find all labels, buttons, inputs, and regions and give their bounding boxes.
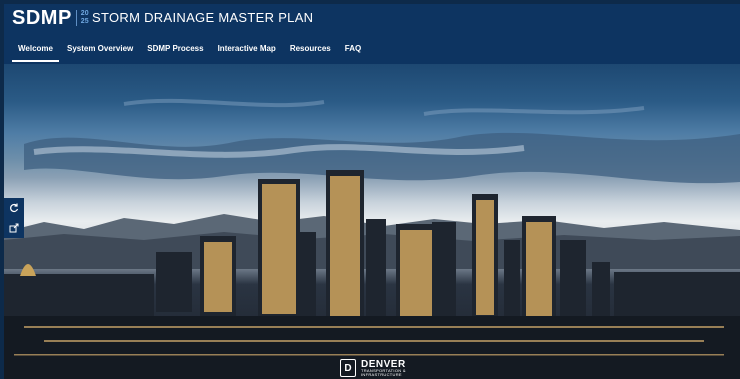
building xyxy=(504,240,520,320)
refresh-button[interactable] xyxy=(4,198,24,218)
tab-resources[interactable]: Resources xyxy=(284,38,337,64)
tab-welcome[interactable]: Welcome xyxy=(12,38,59,64)
hero-skyline-image: D DENVER TRANSPORTATION & INFRASTRUCTURE xyxy=(4,64,740,379)
refresh-icon xyxy=(10,203,19,213)
street-lights xyxy=(24,326,724,328)
share-icon xyxy=(9,223,19,233)
side-toolbar xyxy=(4,198,24,238)
window-lights xyxy=(204,242,232,312)
top-header: SDMP 20 25 STORM DRAINAGE MASTER PLAN We… xyxy=(4,4,740,64)
share-button[interactable] xyxy=(4,218,24,238)
street-lights xyxy=(44,340,704,342)
denver-logo: D DENVER TRANSPORTATION & INFRASTRUCTURE xyxy=(340,359,406,377)
tab-faq[interactable]: FAQ xyxy=(339,38,367,64)
building xyxy=(432,222,456,320)
building xyxy=(560,240,586,320)
logo-year-bottom: 25 xyxy=(80,18,89,25)
window-lights xyxy=(476,200,494,315)
denver-d-mark: D xyxy=(340,359,356,377)
building xyxy=(4,274,154,322)
window-lights xyxy=(400,230,432,316)
tab-sdmp-process[interactable]: SDMP Process xyxy=(141,38,209,64)
building xyxy=(156,252,192,312)
street-lights xyxy=(14,354,724,356)
denver-wordmark: DENVER TRANSPORTATION & INFRASTRUCTURE xyxy=(361,359,406,377)
denver-subtitle-2: INFRASTRUCTURE xyxy=(361,371,402,377)
tab-system-overview[interactable]: System Overview xyxy=(61,38,139,64)
logo-text: SDMP xyxy=(12,7,72,29)
main-nav: Welcome System Overview SDMP Process Int… xyxy=(12,38,369,64)
window-lights xyxy=(526,222,552,316)
sdmp-logo[interactable]: SDMP 20 25 xyxy=(12,6,89,30)
cloud-band xyxy=(24,132,740,184)
denver-skyline-illustration xyxy=(4,98,740,379)
tab-interactive-map[interactable]: Interactive Map xyxy=(212,38,282,64)
building xyxy=(592,262,610,322)
window-lights xyxy=(262,184,296,314)
window-lights xyxy=(330,176,360,316)
building xyxy=(366,219,386,319)
building xyxy=(614,272,740,322)
cloud-wisps xyxy=(123,98,645,116)
app-title: STORM DRAINAGE MASTER PLAN xyxy=(92,10,314,25)
logo-year: 20 25 xyxy=(75,10,89,26)
logo-year-top: 20 xyxy=(80,10,89,17)
app-frame: SDMP 20 25 STORM DRAINAGE MASTER PLAN We… xyxy=(4,4,740,379)
